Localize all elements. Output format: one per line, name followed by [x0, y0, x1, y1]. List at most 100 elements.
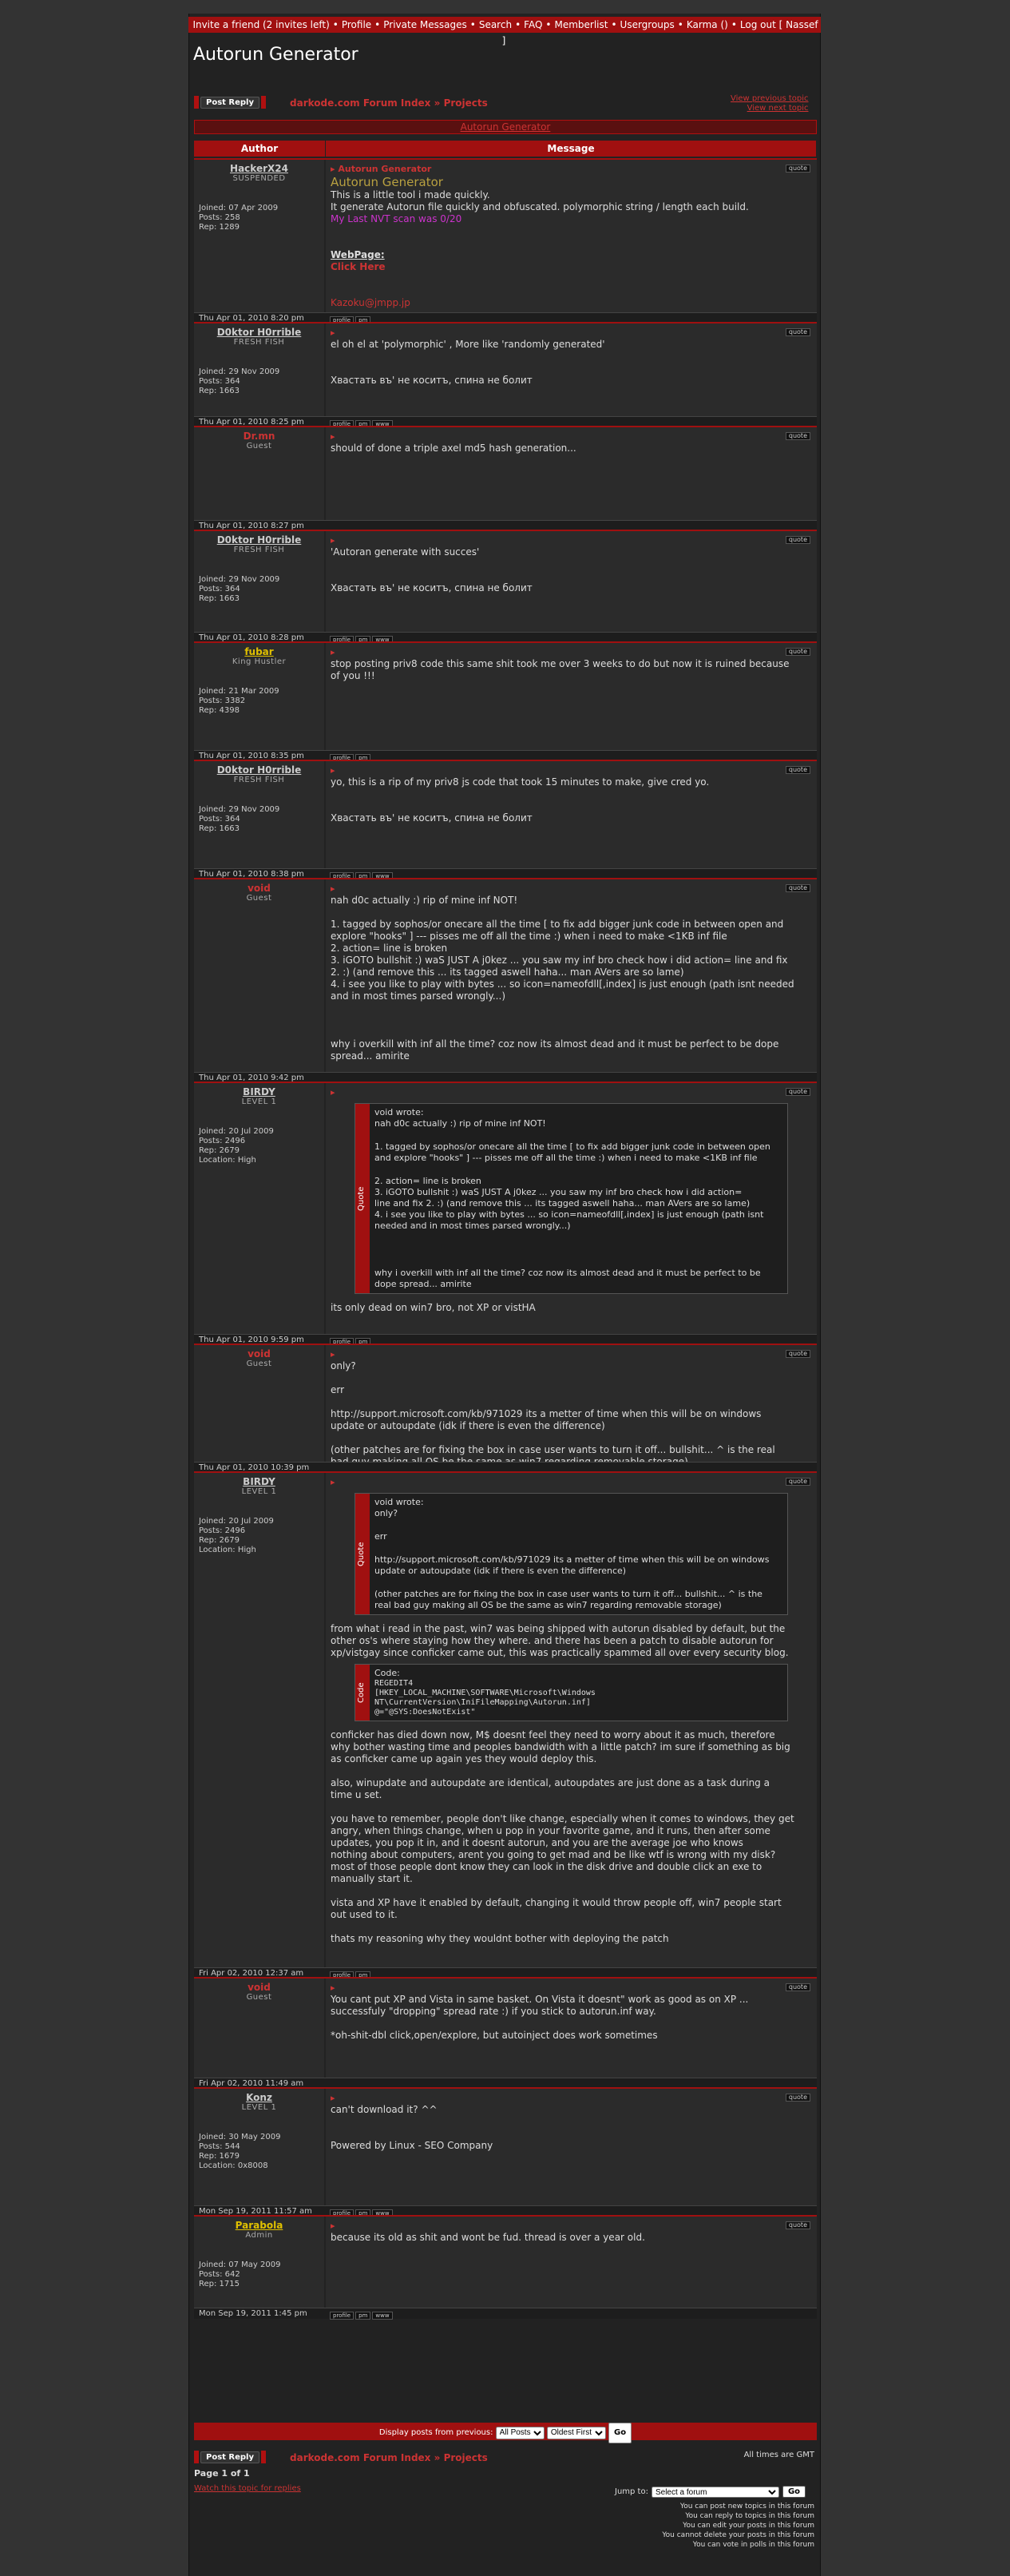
post-text-line: [331, 1002, 812, 1014]
post-reply-button-bottom[interactable]: Post Reply: [200, 2451, 259, 2463]
next-topic-link[interactable]: View next topic: [747, 104, 809, 113]
author-name[interactable]: void: [194, 1348, 324, 1359]
post-reply-top[interactable]: Post Reply: [194, 96, 266, 109]
nav-item[interactable]: FAQ: [524, 19, 542, 30]
post-subject: ▸: [331, 431, 812, 443]
quote-button[interactable]: quote: [785, 2221, 810, 2229]
post-subject: ▸: [331, 327, 812, 339]
jump-go-button[interactable]: Go: [782, 2486, 806, 2498]
quote-button[interactable]: quote: [785, 536, 810, 544]
crumb-separator: »: [434, 97, 441, 109]
post-text-line: http://support.microsoft.com/kb/971029 i…: [374, 1554, 770, 1565]
post-subject: ▸: [331, 534, 812, 546]
author-meta: Joined: 29 Nov 2009 Posts: 364 Rep: 1663: [194, 367, 324, 396]
author-joined: Joined: 29 Nov 2009: [199, 575, 280, 584]
author-name[interactable]: BIRDY: [194, 1476, 324, 1487]
crumb-index-link[interactable]: darkode.com Forum Index: [290, 97, 430, 109]
order-select[interactable]: Oldest First: [546, 2426, 606, 2439]
nav-item[interactable]: Memberlist: [554, 19, 608, 30]
days-select[interactable]: All Posts: [495, 2426, 545, 2439]
author-name[interactable]: void: [194, 1982, 324, 1993]
post-text-line: My Last NVT scan was 0/20: [331, 213, 462, 224]
post-text-line: you have to remember, people don't like …: [331, 1813, 794, 1824]
nav-item[interactable]: Search: [479, 19, 512, 30]
post-headline: Autorun Generator: [331, 175, 443, 189]
crumb-section-link[interactable]: Projects: [444, 97, 488, 109]
post-text-line: [331, 363, 812, 375]
pm-button[interactable]: pm: [355, 2312, 371, 2320]
post-text-line: also, winupdate and autoupdate are ident…: [331, 1777, 770, 1788]
author-name[interactable]: D0ktor H0rrible: [194, 327, 324, 338]
permission-line: You can reply to topics in this forum: [685, 2512, 814, 2520]
quote-button[interactable]: quote: [785, 884, 810, 892]
post-text-line: and in most times parsed wrongly...): [331, 990, 505, 1002]
author-joined: Joined: 07 Apr 2009: [199, 204, 279, 212]
nav-separator: •: [374, 19, 381, 30]
post-subject: ▸: [331, 2220, 812, 2232]
post-text-line: Powered by Linux - SEO Company: [331, 2140, 493, 2151]
jump-select[interactable]: Select a forum: [651, 2486, 779, 2498]
quote-button[interactable]: quote: [785, 1983, 810, 1991]
author-loc: Location: 0x8008: [199, 2161, 268, 2170]
post-body: ▸ quote can't download it? ^^ Powered by L…: [326, 2089, 817, 2155]
nav-item[interactable]: Private Messages: [383, 19, 467, 30]
author-joined: Joined: 29 Nov 2009: [199, 367, 280, 376]
go-button[interactable]: Go: [608, 2423, 632, 2443]
quote-buttons: quote: [785, 161, 812, 173]
quote-author: void wrote:: [374, 1497, 424, 1507]
nav-item[interactable]: Invite a friend (2 invites left): [192, 19, 329, 30]
quote-buttons: quote: [785, 1347, 812, 1359]
author-posts: Posts: 258: [199, 213, 240, 222]
author-posts: Posts: 364: [199, 377, 240, 386]
quote-button[interactable]: quote: [785, 328, 810, 336]
post-arrow-icon: ▸: [331, 1349, 335, 1359]
author-name[interactable]: Dr.mn: [194, 431, 324, 442]
post-text-line: [331, 273, 812, 285]
quote-buttons: quote: [785, 2090, 812, 2102]
author-panel: D0ktor H0rrible FRESH FISH Joined: 29 Nov …: [194, 323, 324, 396]
code-content: Code: REGEDIT4 [HKEY_LOCAL_MACHINE\SOFTWAR…: [370, 1665, 787, 1721]
author-loc: Location: High: [199, 1546, 256, 1554]
profile-button[interactable]: profile: [330, 2312, 354, 2320]
author-name[interactable]: D0ktor H0rrible: [194, 764, 324, 776]
prev-topic-link[interactable]: View previous topic: [731, 94, 809, 103]
post-text-line: other os's where staying how they where.…: [331, 1635, 774, 1646]
author-name[interactable]: HackerX24: [194, 163, 324, 174]
author-name[interactable]: Konz: [194, 2092, 324, 2103]
post-text-line: [374, 1244, 782, 1256]
quote-button[interactable]: quote: [785, 1350, 810, 1358]
author-panel: HackerX24 SUSPENDED Joined: 07 Apr 2009 Pos…: [194, 160, 324, 232]
jump-to: Jump to: Select a forum Go: [615, 2486, 806, 2498]
crumb-index-link[interactable]: darkode.com Forum Index: [290, 2452, 430, 2463]
post-text-line: 4. i see you like to play with bytes ...…: [331, 978, 794, 990]
author-joined: Joined: 07 May 2009: [199, 2260, 281, 2269]
post-text-line: [331, 558, 812, 570]
author-name[interactable]: void: [194, 883, 324, 894]
quote-button[interactable]: quote: [785, 1478, 810, 1486]
quote-content: void wrote: only? err http://support.micros…: [370, 1494, 787, 1614]
quote-button[interactable]: quote: [785, 766, 810, 774]
post-text-line: and explore "hooks" ] --- pisses me off …: [374, 1153, 758, 1163]
quote-button[interactable]: quote: [785, 1088, 810, 1096]
author-panel: void Guest: [194, 1979, 324, 2002]
author-panel: Dr.mn Guest: [194, 427, 324, 451]
author-name[interactable]: fubar: [194, 646, 324, 657]
author-posts: Posts: 364: [199, 815, 240, 824]
quote-button[interactable]: quote: [785, 432, 810, 440]
nav-item[interactable]: Karma (): [687, 19, 728, 30]
www-button[interactable]: www: [372, 2312, 393, 2320]
post-reply-bottom[interactable]: Post Reply: [194, 2451, 266, 2463]
author-name[interactable]: Parabola: [194, 2220, 324, 2231]
nav-item[interactable]: Usergroups: [620, 19, 675, 30]
nav-item[interactable]: Profile: [342, 19, 371, 30]
quote-button[interactable]: quote: [785, 165, 810, 173]
author-name[interactable]: D0ktor H0rrible: [194, 534, 324, 546]
author-name[interactable]: BIRDY: [194, 1086, 324, 1097]
quote-button[interactable]: quote: [785, 648, 810, 656]
topic-title-link[interactable]: Autorun Generator: [461, 121, 551, 133]
quote-button[interactable]: quote: [785, 2094, 810, 2102]
button-cap-right: [261, 2451, 266, 2463]
post-reply-button[interactable]: Post Reply: [200, 96, 259, 109]
crumb-section-link[interactable]: Projects: [444, 2452, 488, 2463]
watch-topic-link[interactable]: Watch this topic for replies: [194, 2484, 301, 2493]
